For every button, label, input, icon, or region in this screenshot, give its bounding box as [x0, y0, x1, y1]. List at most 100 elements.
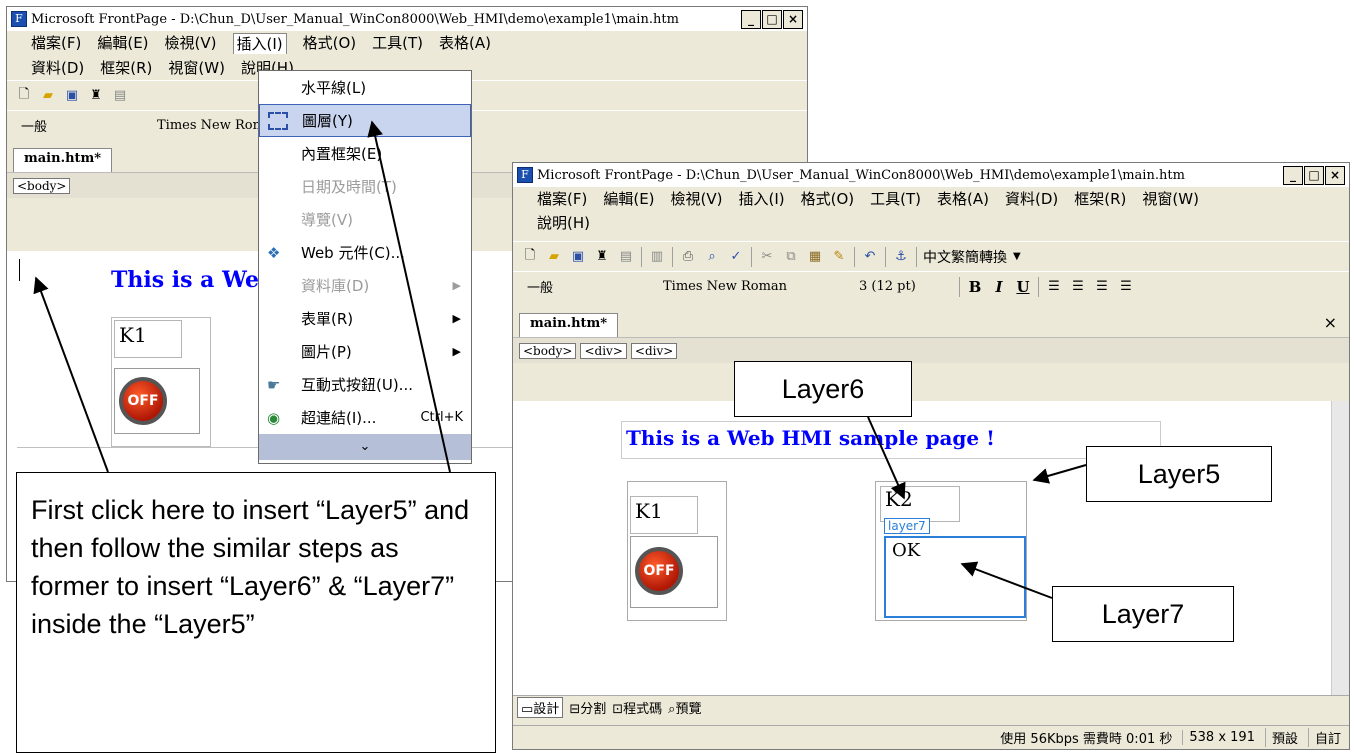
- menu-view[interactable]: 檢視(V): [165, 33, 217, 54]
- banner-layer[interactable]: This is a Web HMI sample page !: [621, 421, 1161, 459]
- off-button[interactable]: OFF: [119, 377, 167, 425]
- menu-item-horizontal-line[interactable]: 水平線(L): [259, 71, 471, 104]
- cut-icon[interactable]: ✂: [758, 248, 776, 266]
- menu-item-date-time[interactable]: 日期及時間(T): [259, 170, 471, 203]
- tab-design[interactable]: ▭設計: [517, 697, 564, 718]
- align-center-icon[interactable]: ☰: [1069, 278, 1087, 296]
- menu-file[interactable]: 檔案(F): [537, 189, 587, 209]
- off-button[interactable]: OFF: [635, 547, 683, 595]
- menu-table[interactable]: 表格(A): [439, 33, 491, 54]
- chinese-conversion-button[interactable]: 中文繁簡轉換: [923, 247, 1007, 267]
- style-combo[interactable]: 一般: [15, 115, 145, 137]
- new-page-icon[interactable]: 🗋: [521, 248, 539, 266]
- page-dimensions[interactable]: 538 x 191: [1182, 730, 1255, 745]
- menu-item-layer[interactable]: 圖層(Y): [259, 104, 471, 137]
- minimize-button[interactable]: _: [1283, 165, 1303, 185]
- style-combo[interactable]: 一般: [521, 276, 651, 298]
- minimize-button[interactable]: _: [741, 9, 761, 29]
- publish-icon[interactable]: ▤: [617, 248, 635, 266]
- menu-item-database[interactable]: 資料庫(D) ▶: [259, 269, 471, 302]
- crumb-body[interactable]: <body>: [519, 342, 577, 359]
- menu-tools[interactable]: 工具(T): [372, 33, 423, 54]
- open-folder-icon[interactable]: ▰: [39, 87, 57, 105]
- tab-split[interactable]: ⊟分割: [569, 698, 606, 717]
- menu-view[interactable]: 檢視(V): [671, 189, 723, 209]
- menu-item-inline-frame[interactable]: 內置框架(E): [259, 137, 471, 170]
- menu-item-interactive-button[interactable]: ☛ 互動式按鈕(U)...: [259, 368, 471, 401]
- doctype-custom[interactable]: 自訂: [1307, 728, 1341, 747]
- menu-frames[interactable]: 框架(R): [100, 58, 152, 78]
- menu-item-web-component[interactable]: ❖ Web 元件(C)...: [259, 236, 471, 269]
- k1-layer[interactable]: K1 OFF: [627, 481, 727, 621]
- save-icon[interactable]: ▣: [63, 87, 81, 105]
- menu-edit[interactable]: 編輯(E): [603, 189, 654, 209]
- design-icon: ▭: [521, 702, 534, 717]
- menu-data[interactable]: 資料(D): [1005, 189, 1058, 209]
- expand-menu-chevron[interactable]: ⌄: [259, 434, 471, 460]
- k2-label: K2: [880, 486, 960, 522]
- tab-main-htm[interactable]: main.htm*: [13, 148, 113, 172]
- menu-tools[interactable]: 工具(T): [870, 189, 921, 209]
- preview-icon[interactable]: ⌕: [703, 248, 721, 266]
- menu-item-label: 日期及時間(T): [301, 178, 397, 196]
- close-button[interactable]: ×: [783, 9, 803, 29]
- align-left-icon[interactable]: ☰: [1045, 278, 1063, 296]
- undo-icon[interactable]: ↶: [861, 248, 879, 266]
- font-size-combo[interactable]: 3 (12 pt): [853, 276, 953, 298]
- menu-window[interactable]: 視窗(W): [168, 58, 225, 78]
- close-doc-icon[interactable]: ×: [1324, 313, 1337, 332]
- print-icon[interactable]: ⎙: [679, 248, 697, 266]
- maximize-button[interactable]: □: [1304, 165, 1324, 185]
- layer7-box[interactable]: OK: [884, 536, 1026, 618]
- menu-insert[interactable]: 插入(I): [232, 33, 287, 54]
- paste-icon[interactable]: ▦: [806, 248, 824, 266]
- align-right-icon[interactable]: ☰: [1093, 278, 1111, 296]
- menu-table[interactable]: 表格(A): [937, 189, 989, 209]
- search-icon[interactable]: ♜: [87, 87, 105, 105]
- menu-item-form[interactable]: 表單(R) ▶: [259, 302, 471, 335]
- search-icon[interactable]: ♜: [593, 248, 611, 266]
- save-icon[interactable]: ▣: [569, 248, 587, 266]
- crumb-div[interactable]: <div>: [580, 342, 627, 359]
- title-bar[interactable]: F Microsoft FrontPage - D:\Chun_D\User_M…: [7, 7, 807, 31]
- menu-data[interactable]: 資料(D): [31, 58, 84, 78]
- spelling-icon[interactable]: ✓: [727, 248, 745, 266]
- close-button[interactable]: ×: [1325, 165, 1345, 185]
- italic-button[interactable]: I: [990, 278, 1008, 296]
- menu-window[interactable]: 視窗(W): [1142, 189, 1199, 209]
- maximize-button[interactable]: □: [762, 9, 782, 29]
- toggle-pane-icon[interactable]: ▥: [648, 248, 666, 266]
- menu-item-navigation[interactable]: 導覽(V): [259, 203, 471, 236]
- menu-help[interactable]: 說明(H): [537, 213, 590, 233]
- publish-icon[interactable]: ▤: [111, 87, 129, 105]
- menu-insert[interactable]: 插入(I): [739, 189, 785, 209]
- layer5-container[interactable]: K2 layer7 OK: [875, 481, 1027, 621]
- vertical-scrollbar[interactable]: [1331, 401, 1349, 701]
- menu-item-hyperlink[interactable]: ◉ 超連結(I)... Ctrl+K: [259, 401, 471, 434]
- format-painter-icon[interactable]: ✎: [830, 248, 848, 266]
- menu-format[interactable]: 格式(O): [801, 189, 855, 209]
- underline-button[interactable]: U: [1014, 278, 1032, 296]
- tab-preview[interactable]: ⌕預覽: [668, 698, 701, 717]
- font-combo[interactable]: Times New Roman: [151, 115, 261, 137]
- menu-edit[interactable]: 編輯(E): [97, 33, 148, 54]
- copy-icon[interactable]: ⧉: [782, 248, 800, 266]
- new-page-icon[interactable]: 🗋: [15, 87, 33, 105]
- crumb-body[interactable]: <body>: [13, 177, 71, 194]
- menu-item-picture[interactable]: 圖片(P) ▶: [259, 335, 471, 368]
- chevron-down-icon[interactable]: ▼: [1013, 251, 1021, 262]
- open-folder-icon[interactable]: ▰: [545, 248, 563, 266]
- doctype-default[interactable]: 預設: [1264, 728, 1298, 747]
- crumb-div[interactable]: <div>: [630, 342, 678, 359]
- menu-format[interactable]: 格式(O): [303, 33, 357, 54]
- font-combo[interactable]: Times New Roman: [657, 276, 827, 298]
- k1-layer[interactable]: K1 OFF: [111, 317, 211, 447]
- tab-main-htm[interactable]: main.htm*: [519, 313, 619, 337]
- title-bar[interactable]: F Microsoft FrontPage - D:\Chun_D\User_M…: [513, 163, 1349, 187]
- tab-code[interactable]: ⊡程式碼: [612, 698, 662, 717]
- menu-frames[interactable]: 框架(R): [1074, 189, 1126, 209]
- justify-icon[interactable]: ☰: [1117, 278, 1135, 296]
- bold-button[interactable]: B: [966, 278, 984, 296]
- menu-file[interactable]: 檔案(F): [31, 33, 81, 54]
- hyperlink-anchor-icon[interactable]: ⚓: [892, 248, 910, 266]
